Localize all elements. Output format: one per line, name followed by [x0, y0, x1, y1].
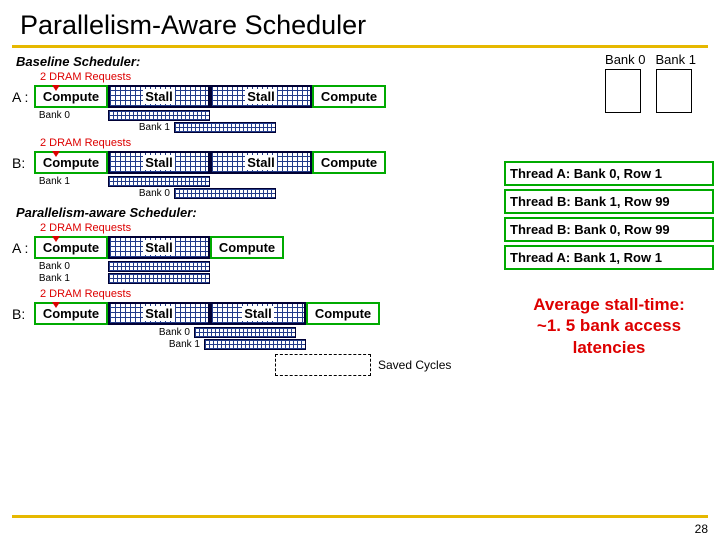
bank-bar	[174, 188, 276, 199]
thread-b-label: B:	[12, 155, 34, 171]
divider	[12, 45, 708, 48]
saved-cycles-label: Saved Cycles	[378, 358, 451, 372]
stall-block: Stall	[210, 85, 312, 108]
req-label-b2: 2 DRAM Requests	[40, 288, 482, 300]
req-label-a2: 2 DRAM Requests	[40, 222, 482, 234]
stall-block: Stall	[108, 236, 210, 259]
bank1-box	[656, 69, 692, 113]
bank-bar-row: Bank 1	[166, 339, 482, 350]
bank-bar-row: Bank 1	[136, 122, 482, 133]
thread-a-label: A :	[12, 89, 34, 105]
bank-bar-row: Bank 0	[36, 261, 482, 272]
bank-bar	[108, 176, 210, 187]
bank-bar	[204, 339, 306, 350]
right-panel: Bank 0 Bank 1 Thread A: Bank 0, Row 1 Th…	[504, 52, 714, 358]
baseline-heading: Baseline Scheduler:	[12, 54, 482, 69]
bank0-box	[605, 69, 641, 113]
timeline-parallel-b: B: Compute Stall Stall Compute	[12, 302, 482, 325]
compute-block: Compute	[312, 85, 386, 108]
bank1-title: Bank 1	[656, 52, 696, 67]
queue-item: Thread B: Bank 1, Row 99	[504, 189, 714, 214]
queue-item: Thread A: Bank 1, Row 1	[504, 245, 714, 270]
req-label-b1: 2 DRAM Requests	[40, 137, 482, 149]
bank-bar	[108, 261, 210, 272]
bank0-label: Bank 0	[136, 188, 174, 199]
parallel-heading: Parallelism-aware Scheduler:	[12, 205, 482, 220]
avg-stall-text: Average stall-time: ~1. 5 bank access la…	[504, 294, 714, 358]
bank0-label: Bank 0	[36, 261, 74, 272]
compute-block: Compute	[34, 151, 108, 174]
bank0-label: Bank 0	[36, 110, 74, 121]
compute-block: Compute	[34, 236, 108, 259]
stall-block: Stall	[210, 302, 306, 325]
bank1-label: Bank 1	[166, 339, 204, 350]
bank-bar-row: Bank 0	[156, 327, 482, 338]
compute-block: Compute	[34, 85, 108, 108]
compute-block: Compute	[34, 302, 108, 325]
req-label-a1: 2 DRAM Requests	[40, 71, 482, 83]
slide-number: 28	[695, 522, 708, 536]
bank1-label: Bank 1	[136, 122, 174, 133]
page-title: Parallelism-Aware Scheduler	[20, 10, 708, 41]
bank-bar-row: Bank 1	[36, 273, 482, 284]
bank-bar	[174, 122, 276, 133]
bank-bar	[194, 327, 296, 338]
queue-item: Thread B: Bank 0, Row 99	[504, 217, 714, 242]
compute-block: Compute	[312, 151, 386, 174]
bank0-title: Bank 0	[605, 52, 645, 67]
bank-bar-row: Bank 1	[36, 176, 482, 187]
bank1-label: Bank 1	[36, 273, 74, 284]
thread-a-label: A :	[12, 240, 34, 256]
stall-block: Stall	[108, 85, 210, 108]
bank-bar-row: Bank 0	[136, 188, 482, 199]
saved-cycles-box	[275, 354, 371, 376]
compute-block: Compute	[210, 236, 284, 259]
queue-item: Thread A: Bank 0, Row 1	[504, 161, 714, 186]
request-queue: Thread A: Bank 0, Row 1 Thread B: Bank 1…	[504, 161, 714, 270]
bank-bar	[108, 273, 210, 284]
timeline-parallel-a: A : Compute Stall Compute	[12, 236, 482, 259]
thread-b-label: B:	[12, 306, 34, 322]
stall-block: Stall	[108, 302, 210, 325]
bottom-divider	[12, 515, 708, 518]
bank-bar-row: Bank 0	[36, 110, 482, 121]
timeline-baseline-a: A : Compute Stall Stall Compute	[12, 85, 482, 108]
compute-block: Compute	[306, 302, 380, 325]
stall-block: Stall	[108, 151, 210, 174]
timeline-baseline-b: B: Compute Stall Stall Compute	[12, 151, 482, 174]
stall-block: Stall	[210, 151, 312, 174]
bank1-label: Bank 1	[36, 176, 74, 187]
bank0-label: Bank 0	[156, 327, 194, 338]
bank-bar	[108, 110, 210, 121]
